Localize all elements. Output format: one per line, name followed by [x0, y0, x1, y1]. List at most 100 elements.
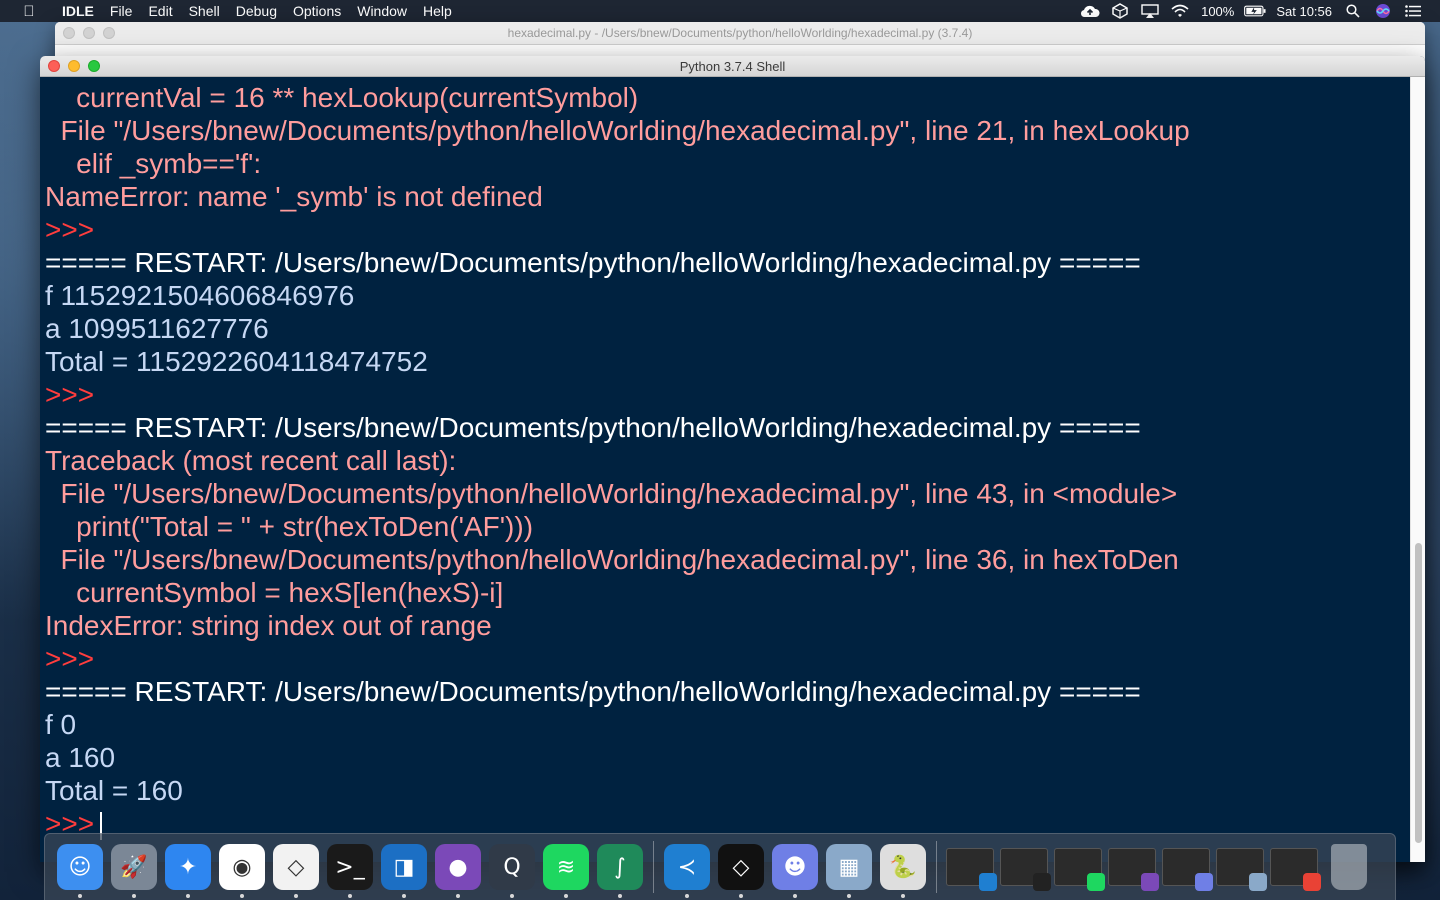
unity-icon[interactable]: ◇	[273, 844, 319, 898]
python-launcher-icon[interactable]: 🐍	[880, 844, 926, 898]
scrollbar-thumb[interactable]	[1415, 543, 1422, 843]
running-indicator	[456, 894, 460, 898]
shell-line-stdout: f 0	[45, 708, 1190, 741]
shell-line-stdout: a 160	[45, 741, 1190, 774]
shell-line-error: File "/Users/bnew/Documents/python/hello…	[45, 543, 1190, 576]
unity-status-icon[interactable]	[1109, 3, 1131, 19]
shell-output-area[interactable]: currentVal = 16 ** hexLookup(currentSymb…	[40, 77, 1410, 862]
menu-app-name[interactable]: IDLE	[54, 0, 102, 22]
terminal-icon[interactable]: >_	[327, 844, 373, 898]
menu-file[interactable]: File	[102, 0, 141, 22]
minimized-github-window[interactable]	[1108, 848, 1159, 891]
shell-window: Python 3.7.4 Shell currentVal = 16 ** he…	[40, 56, 1425, 862]
running-indicator	[510, 894, 514, 898]
sourcetree-icon[interactable]: ◨	[381, 844, 427, 898]
chrome-glyph: ◉	[232, 854, 252, 880]
minimized-unity-window[interactable]	[1000, 848, 1051, 891]
shell-line-restart: ===== RESTART: /Users/bnew/Documents/pyt…	[45, 675, 1190, 708]
safari-icon[interactable]: ✦	[165, 844, 211, 898]
menu-shell[interactable]: Shell	[181, 0, 228, 22]
menu-window[interactable]: Window	[349, 0, 415, 22]
github-desktop-icon[interactable]: ●	[435, 844, 481, 898]
vscode-icon[interactable]: ≺	[664, 844, 710, 898]
preview-glyph: ▦	[838, 854, 860, 880]
terminal-glyph: >_	[335, 854, 365, 880]
running-indicator	[402, 894, 406, 898]
python-launcher-glyph: 🐍	[889, 854, 917, 880]
minimized-vscode-window[interactable]	[946, 848, 997, 891]
editor-window-title: hexadecimal.py - /Users/bnew/Documents/p…	[507, 26, 973, 40]
shell-line-text: f 1152921504606846976	[45, 280, 355, 311]
dock-separator	[653, 841, 654, 893]
minimized-spotify-window[interactable]	[1054, 848, 1105, 891]
running-indicator	[793, 894, 797, 898]
menu-debug[interactable]: Debug	[228, 0, 285, 22]
running-indicator	[847, 894, 851, 898]
shell-line-error: NameError: name '_symb' is not defined	[45, 180, 1190, 213]
dock: ☺ 🚀 ✦ ◉ ◇ >_ ◨ ● Q ≋ ∫ ≺ ◇ ☻ ▦ 🐍	[44, 833, 1396, 900]
running-indicator	[132, 894, 136, 898]
finder-icon[interactable]: ☺	[57, 844, 103, 898]
shell-line-text: >>>	[45, 379, 95, 410]
shell-line-prompt: >>>	[45, 213, 1190, 246]
running-indicator	[240, 894, 244, 898]
spotlight-search-icon[interactable]	[1342, 3, 1364, 19]
vscode-glyph: ≺	[677, 854, 697, 880]
apple-menu-icon[interactable]: 	[18, 3, 40, 20]
launchpad-glyph: 🚀	[120, 854, 148, 880]
shell-line-text: NameError: name '_symb' is not defined	[45, 181, 543, 212]
shell-line-error: IndexError: string index out of range	[45, 609, 1190, 642]
clock[interactable]: Sat 10:56	[1276, 4, 1332, 19]
trash-icon[interactable]	[1331, 844, 1367, 890]
grapher-glyph: ∫	[614, 854, 626, 880]
shell-titlebar[interactable]: Python 3.7.4 Shell	[40, 56, 1425, 77]
airplay-icon[interactable]	[1139, 3, 1161, 19]
shell-line-text: print("Total = " + str(hexToDen('AF')))	[45, 511, 534, 542]
menu-edit[interactable]: Edit	[140, 0, 180, 22]
unity-glyph: ◇	[287, 854, 305, 880]
running-indicator	[348, 894, 352, 898]
spotify-icon[interactable]: ≋	[543, 844, 589, 898]
menu-help[interactable]: Help	[415, 0, 460, 22]
spotify-glyph: ≋	[556, 854, 576, 880]
shell-line-text: a 1099511627776	[45, 313, 269, 344]
running-indicator	[685, 894, 689, 898]
quicktime-icon[interactable]: Q	[489, 844, 535, 898]
shell-line-text: File "/Users/bnew/Documents/python/hello…	[45, 115, 1190, 146]
app-badge-icon	[1303, 873, 1321, 891]
wifi-icon[interactable]	[1169, 3, 1191, 19]
unity-hub-icon[interactable]: ◇	[718, 844, 764, 898]
minimized-preview-window[interactable]	[1216, 848, 1267, 891]
shell-line-stdout: Total = 160	[45, 774, 1190, 807]
preview-icon[interactable]: ▦	[826, 844, 872, 898]
shell-line-text: a 160	[45, 742, 116, 773]
shell-line-text: ===== RESTART: /Users/bnew/Documents/pyt…	[45, 676, 1141, 707]
editor-titlebar[interactable]: hexadecimal.py - /Users/bnew/Documents/p…	[55, 22, 1425, 45]
shell-line-text: IndexError: string index out of range	[45, 610, 492, 641]
grapher-icon[interactable]: ∫	[597, 844, 643, 898]
minimized-discord-window[interactable]	[1162, 848, 1213, 891]
battery-icon[interactable]	[1244, 3, 1266, 19]
menu-options[interactable]: Options	[285, 0, 349, 22]
shell-vertical-scrollbar[interactable]	[1410, 77, 1425, 862]
minimized-chrome-window[interactable]	[1270, 848, 1321, 891]
github-desktop-glyph: ●	[448, 854, 468, 880]
finder-glyph: ☺	[68, 854, 92, 880]
shell-line-text: File "/Users/bnew/Documents/python/hello…	[45, 478, 1178, 509]
shell-line-error: print("Total = " + str(hexToDen('AF')))	[45, 510, 1190, 543]
siri-icon[interactable]	[1372, 3, 1394, 19]
chrome-icon[interactable]: ◉	[219, 844, 265, 898]
shell-line-restart: ===== RESTART: /Users/bnew/Documents/pyt…	[45, 246, 1190, 279]
shell-line-stdout: f 1152921504606846976	[45, 279, 1190, 312]
app-badge-icon	[1249, 873, 1267, 891]
notification-center-icon[interactable]	[1402, 3, 1424, 19]
shell-line-text: f 0	[45, 709, 77, 740]
shell-line-stdout: Total = 1152922604118474752	[45, 345, 1190, 378]
sourcetree-glyph: ◨	[393, 854, 415, 880]
running-indicator	[618, 894, 622, 898]
discord-icon[interactable]: ☻	[772, 844, 818, 898]
launchpad-icon[interactable]: 🚀	[111, 844, 157, 898]
dock-separator	[936, 841, 937, 893]
cloud-upload-icon[interactable]	[1079, 3, 1101, 19]
shell-line-prompt: >>>	[45, 642, 1190, 675]
